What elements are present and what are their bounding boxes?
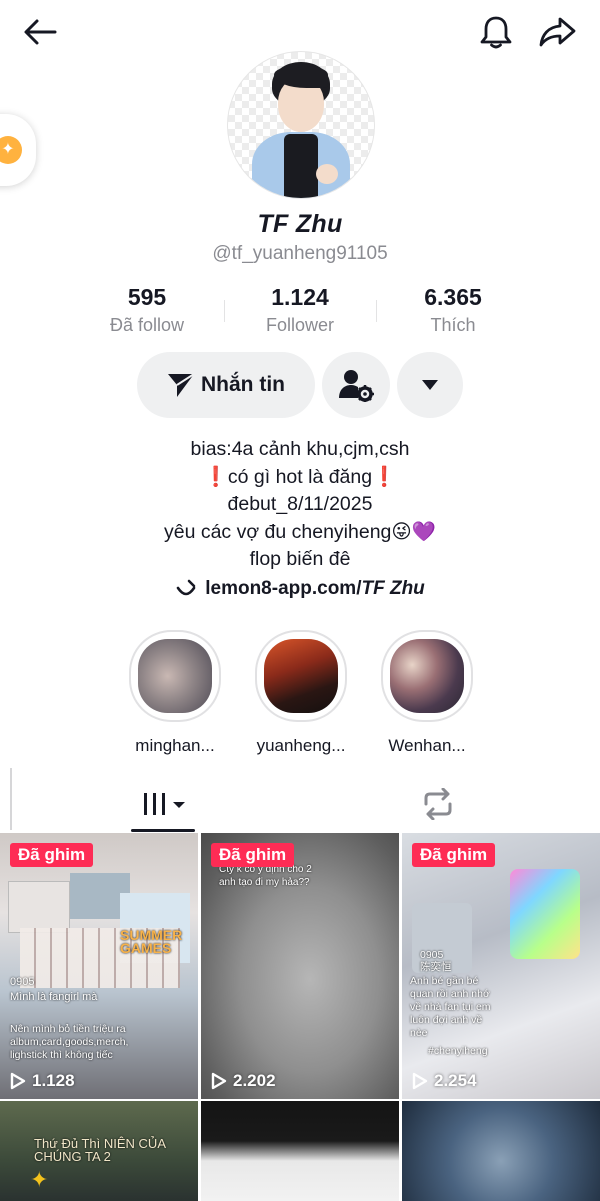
video-overlay-text: Thứ Đủ Thì NIÊN CỦA CHÚNG TA 2 (34, 1136, 166, 1164)
coin-icon: ✦ (0, 136, 22, 164)
video-thumbnail[interactable]: Cty k có ý định cho 2 anh tạo đi my hảa?… (201, 833, 399, 1099)
video-view-count-value: 1.128 (32, 1071, 75, 1090)
profile-link-name: TF Zhu (361, 578, 425, 599)
play-icon (10, 1072, 26, 1090)
video-caption: #chenyiheng (428, 1045, 488, 1057)
video-thumbnail[interactable]: SUMMER GAMES 0905 Mình là fangirl mà Nên… (0, 833, 198, 1099)
arrow-left-icon (24, 19, 57, 45)
pinned-badge: Đã ghim (10, 843, 94, 867)
link-smile-icon (176, 579, 196, 596)
more-dropdown-button[interactable] (397, 352, 463, 418)
highlight-cover (390, 639, 464, 713)
bio-line: flop biến đê (249, 548, 351, 570)
send-icon (168, 373, 195, 397)
stat-likes-value: 6.365 (424, 284, 482, 310)
highlight-name: Wenhan... (388, 736, 466, 755)
video-thumbnail[interactable]: Thứ Đủ Thì NIÊN CỦA CHÚNG TA 2 ✦ (0, 1101, 198, 1201)
stat-likes-label: Thích (430, 315, 476, 335)
repost-icon (424, 788, 452, 820)
scroll-indicator (10, 768, 12, 830)
thumb-decoration (510, 869, 580, 959)
play-icon (412, 1072, 428, 1090)
play-icon (211, 1072, 227, 1090)
avatar-shirt-shape (284, 134, 318, 198)
stat-followers-value: 1.124 (271, 284, 329, 310)
highlight-cover (138, 639, 212, 713)
avatar-hand-shape (316, 164, 338, 184)
highlight-item[interactable]: Wenhan... (381, 630, 473, 756)
video-view-count: 1.128 (10, 1071, 75, 1091)
video-caption: Nên mình bỏ tiền triệu ra album,card,goo… (10, 1023, 129, 1061)
bio: bias:4a cảnh khu,cjm,csh ❗có gì hot là đ… (0, 436, 600, 574)
highlight-name: minghan... (135, 736, 215, 755)
highlight-item[interactable]: yuanheng... (255, 630, 347, 756)
video-view-count-value: 2.202 (233, 1071, 276, 1090)
tab-active-underline (131, 829, 195, 832)
stat-following[interactable]: 595 Đã follow (72, 284, 222, 336)
pinned-badge: Đã ghim (211, 843, 295, 867)
share-button[interactable] (534, 10, 580, 54)
floating-reward-badge[interactable]: ✦ (0, 114, 36, 186)
username: @tf_yuanheng91105 (212, 243, 388, 264)
stat-likes[interactable]: 6.365 Thích (378, 284, 528, 336)
thumb-decoration (8, 881, 70, 933)
video-caption: Mình là fangirl mà (10, 991, 98, 1003)
stat-following-value: 595 (127, 284, 167, 310)
stat-divider (376, 300, 377, 322)
grid-bars-icon (144, 793, 185, 815)
video-thumbnail[interactable] (402, 1101, 600, 1201)
bio-line: bias:4a cảnh khu,cjm,csh (190, 438, 410, 460)
video-overlay-text: SUMMER GAMES (120, 927, 183, 956)
profile-link[interactable]: lemon8-app.com/TF Zhu (0, 578, 600, 600)
highlight-cover (264, 639, 338, 713)
bio-line: yêu các vợ đu chenyiheng😜💜 (163, 520, 437, 543)
notifications-button[interactable] (474, 10, 518, 54)
stat-followers[interactable]: 1.124 Follower (225, 284, 375, 336)
video-caption: Anh bé gần bé quan rồi anh nhớ về nhà fa… (410, 975, 491, 1039)
bio-line: ❗có gì hot là đăng❗ (203, 465, 397, 488)
message-button-label: Nhắn tin (201, 373, 285, 396)
avatar[interactable] (227, 51, 375, 199)
video-view-count: 2.202 (211, 1071, 276, 1091)
video-thumbnail[interactable] (201, 1101, 399, 1201)
video-thumbnail[interactable]: 0905 陈奕恒 Anh bé gần bé quan rồi anh nhớ … (402, 833, 600, 1099)
pinned-badge: Đã ghim (412, 843, 496, 867)
tab-reposts[interactable] (405, 776, 471, 832)
video-view-count: 2.254 (412, 1071, 477, 1091)
bell-icon (480, 16, 512, 49)
bio-line: đebut_8/11/2025 (227, 493, 373, 515)
caret-down-icon (422, 380, 438, 390)
video-view-count-value: 2.254 (434, 1071, 477, 1090)
star-icon: ✦ (30, 1167, 49, 1192)
stat-followers-label: Follower (265, 315, 335, 335)
stat-following-label: Đã follow (109, 315, 185, 335)
video-caption: 0905 (10, 976, 35, 988)
friend-settings-button[interactable] (322, 352, 390, 418)
highlight-name: yuanheng... (256, 736, 346, 755)
user-gear-icon (339, 370, 374, 402)
message-button[interactable]: Nhắn tin (137, 352, 315, 418)
display-name: TF Zhu (257, 210, 343, 238)
share-arrow-icon (539, 17, 576, 47)
profile-link-domain: lemon8-app.com/ (205, 578, 362, 599)
highlight-item[interactable]: minghan... (129, 630, 221, 756)
back-button[interactable] (18, 12, 62, 52)
tab-videos[interactable] (125, 776, 205, 832)
video-caption: 陈奕恒 (420, 961, 452, 973)
